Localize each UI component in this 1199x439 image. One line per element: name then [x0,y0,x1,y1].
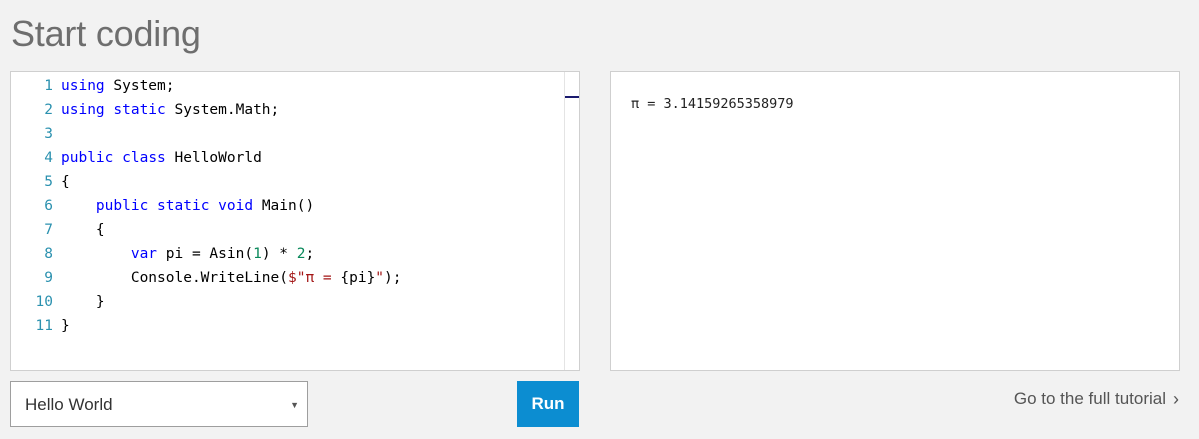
code-line[interactable]: 8 var pi = Asin(1) * 2; [11,242,565,266]
code-token: Main() [253,198,315,214]
line-number: 11 [35,318,53,334]
page-title: Start coding [11,13,201,54]
code-line[interactable]: 3 [11,122,565,146]
output-panel: π = 3.14159265358979 [610,71,1180,371]
code-token: System.Math; [165,102,280,118]
code-token: using [61,102,105,118]
code-text: var pi = Asin(1) * 2; [61,242,314,266]
code-token: $"π = [287,270,341,286]
editor-scrollbar[interactable] [564,72,579,370]
code-token: public [95,198,149,214]
code-text: using System; [61,74,175,98]
code-line[interactable]: 11} [11,314,565,338]
code-line[interactable]: 5{ [11,170,565,194]
line-number: 2 [44,102,53,118]
code-token: class [122,150,166,166]
code-token: void [218,198,254,214]
code-token: static [157,198,210,214]
code-token: 1 [253,246,262,262]
line-number: 10 [35,294,53,310]
code-token: static [113,102,166,118]
example-select[interactable]: Hello World ▼ [10,381,308,427]
output-text: π = 3.14159265358979 [631,96,794,112]
example-select-value: Hello World [25,395,113,414]
line-number: 5 [44,174,53,190]
code-text: public class HelloWorld [61,146,262,170]
code-line[interactable]: 9 Console.WriteLine($"π = {pi}"); [11,266,565,290]
code-line[interactable]: 4 public class HelloWorld [11,146,565,170]
code-token: ); [384,270,402,286]
code-token: { [61,222,105,238]
line-number: 4 [44,150,53,166]
line-number: 6 [44,198,53,214]
code-token: {pi} [340,270,376,286]
full-tutorial-link[interactable]: Go to the full tutorial › [1014,389,1179,409]
code-line[interactable]: 1 using System; [11,74,565,98]
line-number: 9 [44,270,53,286]
code-token: ) * [261,246,297,262]
code-token: var [130,246,158,262]
code-text: } [61,290,105,314]
code-text: using static System.Math; [61,98,279,122]
code-area[interactable]: 1 using System; 2 using static System.Math;… [11,74,565,338]
full-tutorial-link-label: Go to the full tutorial [1013,389,1166,408]
code-token: } [61,318,70,334]
code-token: HelloWorld [165,150,262,166]
code-token: using [61,78,105,94]
code-text: { [61,170,70,194]
line-number: 7 [44,222,53,238]
chevron-right-icon: › [1173,389,1179,409]
code-token: Console.WriteLine( [61,270,288,286]
dropdown-arrow-icon: ▼ [290,400,299,410]
code-text: public static void Main() [61,194,314,218]
code-text: { [61,218,105,242]
code-token: { [61,174,70,190]
code-text: Console.WriteLine($"π = {pi}"); [61,266,402,290]
code-line[interactable]: 6 public static void Main() [11,194,565,218]
code-line[interactable]: 2 using static System.Math; [11,98,565,122]
code-editor[interactable]: 1 using System; 2 using static System.Math;… [10,71,580,371]
code-token: " [375,270,385,286]
code-token: pi = Asin( [157,246,254,262]
run-button[interactable]: Run [517,381,579,427]
code-token: public [61,150,114,166]
code-text: } [61,314,70,338]
code-token: } [61,294,105,310]
code-line[interactable]: 10 } [11,290,565,314]
line-number: 3 [44,126,53,142]
scroll-position-marker [565,96,579,98]
line-number: 1 [44,78,53,94]
code-token: System; [104,78,175,94]
code-line[interactable]: 7 { [11,218,565,242]
code-token: ; [305,246,315,262]
line-number: 8 [44,246,53,262]
